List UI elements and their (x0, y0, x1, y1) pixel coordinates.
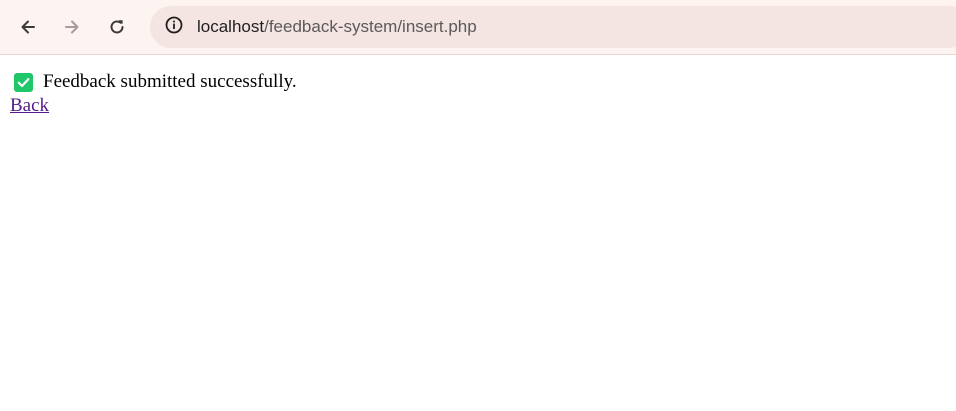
reload-icon (107, 17, 127, 37)
info-icon (164, 15, 184, 40)
reload-button[interactable] (101, 11, 133, 43)
address-bar[interactable]: localhost/feedback-system/insert.php (150, 6, 956, 48)
back-link[interactable]: Back (10, 95, 49, 117)
forward-button[interactable] (56, 11, 88, 43)
success-message: Feedback submitted successfully. (10, 71, 297, 93)
browser-toolbar: localhost/feedback-system/insert.php (0, 0, 956, 55)
url-host: localhost (197, 17, 265, 36)
site-info-button[interactable] (158, 11, 190, 43)
url-text[interactable]: localhost/feedback-system/insert.php (197, 17, 477, 37)
check-mark-icon (14, 72, 33, 92)
arrow-left-icon (18, 17, 38, 37)
page-content: Feedback submitted successfully. Back (0, 56, 956, 411)
url-path: /feedback-system/insert.php (264, 17, 477, 36)
back-button[interactable] (12, 11, 44, 43)
success-message-text: Feedback submitted successfully. (43, 71, 297, 92)
arrow-right-icon (62, 17, 82, 37)
